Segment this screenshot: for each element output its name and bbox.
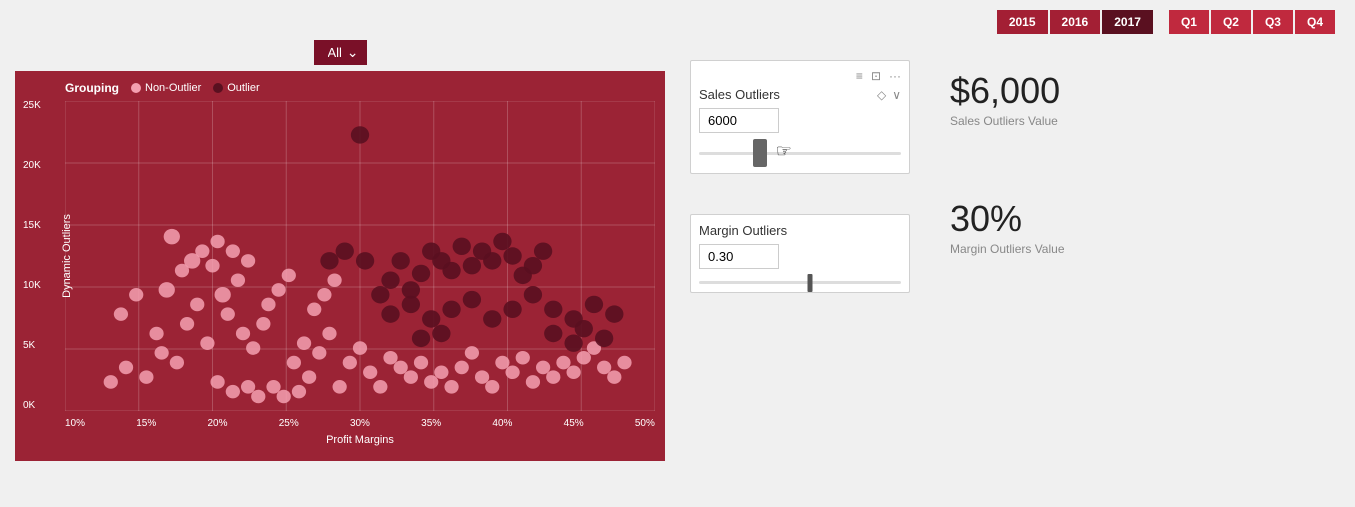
diamond-icon[interactable]: ◇ [877, 88, 886, 102]
year-2015-button[interactable]: 2015 [997, 10, 1048, 34]
sales-outlier-card: ≡ ⊡ ··· Sales Outliers ◇ ∨ [690, 60, 910, 174]
outlier-dot [213, 83, 223, 93]
quarter-q4-button[interactable]: Q4 [1295, 10, 1335, 34]
sales-input[interactable] [699, 108, 779, 133]
margin-input[interactable] [699, 244, 779, 269]
scatter-svg [65, 101, 655, 411]
x-tick-35: 35% [421, 418, 441, 429]
margin-card-title: Margin Outliers [699, 223, 901, 238]
sales-kpi-value: $6,000 [950, 70, 1060, 112]
y-tick-20k: 20K [23, 161, 41, 171]
legend-title: Grouping [65, 81, 119, 95]
y-tick-15k: 15K [23, 221, 41, 231]
chart-section: All Grouping Non-Outlier Outlier Dynamic… [10, 40, 670, 497]
x-tick-50: 50% [635, 418, 655, 429]
x-ticks: 10% 15% 20% 25% 30% 35% 40% 45% 50% [65, 418, 655, 429]
card-toolbar: ≡ ⊡ ··· [699, 69, 901, 83]
quarter-q2-button[interactable]: Q2 [1211, 10, 1251, 34]
quarter-group: Q1 Q2 Q3 Q4 [1169, 10, 1335, 34]
sales-card-title: Sales Outliers [699, 87, 780, 102]
x-axis-label: Profit Margins [326, 434, 394, 446]
main-content: All Grouping Non-Outlier Outlier Dynamic… [0, 40, 1355, 507]
scatter-plot: Dynamic Outliers 25K 20K 15K 10K 5K 0K [65, 101, 655, 411]
y-ticks: 25K 20K 15K 10K 5K 0K [23, 101, 41, 411]
x-tick-10: 10% [65, 418, 85, 429]
quarter-q3-button[interactable]: Q3 [1253, 10, 1293, 34]
quarter-q1-button[interactable]: Q1 [1169, 10, 1209, 34]
outlier-label: Outlier [227, 82, 259, 94]
chevron-down-icon[interactable]: ∨ [892, 88, 901, 102]
x-tick-25: 25% [279, 418, 299, 429]
x-tick-30: 30% [350, 418, 370, 429]
y-tick-10k: 10K [23, 281, 41, 291]
margin-kpi-value: 30% [950, 198, 1022, 240]
kpi-section: $6,000 Sales Outliers Value 30% Margin O… [950, 60, 1065, 293]
legend-non-outlier: Non-Outlier [131, 82, 201, 94]
card-icons-right: ◇ ∨ [877, 88, 901, 102]
controls-and-kpi: ≡ ⊡ ··· Sales Outliers ◇ ∨ [690, 60, 1345, 293]
x-tick-40: 40% [492, 418, 512, 429]
y-tick-5k: 5K [23, 341, 41, 351]
chart-legend: Grouping Non-Outlier Outlier [65, 81, 655, 95]
x-tick-15: 15% [136, 418, 156, 429]
controls-column: ≡ ⊡ ··· Sales Outliers ◇ ∨ [690, 60, 910, 293]
legend-outlier: Outlier [213, 82, 259, 94]
grid-icon[interactable]: ≡ [856, 69, 863, 83]
sales-slider-row: ☞ [699, 141, 901, 165]
margin-slider-track[interactable] [699, 281, 901, 284]
sales-slider-thumb[interactable] [753, 139, 767, 167]
scatter-chart-container: Grouping Non-Outlier Outlier Dynamic Out… [15, 71, 665, 461]
more-icon[interactable]: ··· [889, 69, 901, 83]
dropdown-row: All [314, 40, 367, 65]
top-bar: 2015 2016 2017 Q1 Q2 Q3 Q4 [0, 0, 1355, 40]
year-group: 2015 2016 2017 [997, 10, 1153, 34]
non-outlier-dot [131, 83, 141, 93]
margin-kpi-label: Margin Outliers Value [950, 242, 1065, 256]
y-tick-25k: 25K [23, 101, 41, 111]
y-tick-0k: 0K [23, 401, 41, 411]
non-outlier-label: Non-Outlier [145, 82, 201, 94]
x-tick-20: 20% [207, 418, 227, 429]
sales-kpi-block: $6,000 Sales Outliers Value [950, 70, 1065, 128]
sales-slider-track[interactable] [699, 152, 901, 155]
margin-outlier-card: Margin Outliers [690, 214, 910, 293]
all-dropdown[interactable]: All [314, 40, 367, 65]
dropdown-wrapper[interactable]: All [314, 40, 367, 65]
expand-icon[interactable]: ⊡ [871, 69, 881, 83]
margin-kpi-block: 30% Margin Outliers Value [950, 198, 1065, 256]
year-2016-button[interactable]: 2016 [1050, 10, 1101, 34]
card-title-row: Sales Outliers ◇ ∨ [699, 87, 901, 102]
x-tick-45: 45% [564, 418, 584, 429]
margin-slider-thumb[interactable] [808, 274, 813, 292]
right-section: ≡ ⊡ ··· Sales Outliers ◇ ∨ [690, 40, 1345, 497]
sales-kpi-label: Sales Outliers Value [950, 114, 1058, 128]
year-2017-button[interactable]: 2017 [1102, 10, 1153, 34]
